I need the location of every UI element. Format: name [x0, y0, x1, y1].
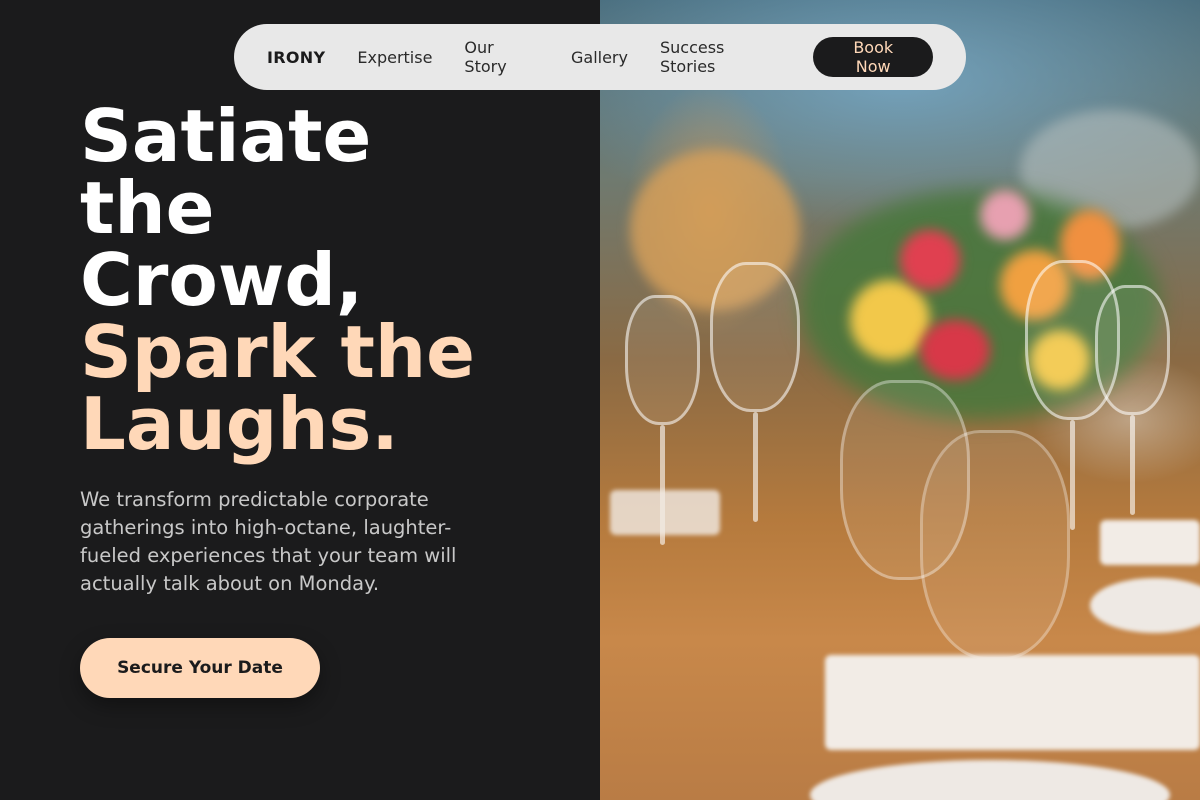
glass-stem: [1070, 420, 1075, 530]
top-navbar: IRONY Expertise Our Story Gallery Succes…: [234, 24, 966, 90]
plate: [810, 760, 1170, 800]
book-now-button[interactable]: Book Now: [813, 37, 933, 77]
nav-link-expertise[interactable]: Expertise: [357, 48, 432, 67]
flower: [980, 190, 1030, 240]
wine-glass: [710, 262, 800, 412]
nav-link-success-stories[interactable]: Success Stories: [660, 38, 781, 76]
napkin: [610, 490, 720, 535]
secure-your-date-button[interactable]: Secure Your Date: [80, 638, 320, 698]
nav-link-gallery[interactable]: Gallery: [571, 48, 628, 67]
banquet-table-photo: [600, 0, 1200, 800]
hero-subtitle: We transform predictable corporate gathe…: [80, 488, 457, 595]
napkin: [1100, 520, 1200, 565]
hero-title-line: Crowd,: [80, 238, 364, 322]
hero-title-line: Satiate: [80, 94, 372, 178]
brand-logo[interactable]: IRONY: [267, 48, 325, 67]
hero-title-line: the: [80, 166, 215, 250]
wine-glass: [1095, 285, 1170, 415]
hero-title: Satiate the Crowd, Spark the Laughs.: [80, 100, 560, 460]
plate: [1090, 578, 1200, 633]
hero-title-accent-line: Spark the: [80, 310, 475, 394]
hero-title-accent-line: Laughs.: [80, 382, 399, 466]
nav-link-our-story[interactable]: Our Story: [464, 38, 539, 76]
wine-glass: [920, 430, 1070, 660]
napkin: [825, 655, 1200, 750]
flower: [850, 280, 930, 360]
wine-glass: [625, 295, 700, 425]
glass-stem: [1130, 415, 1135, 515]
glass-stem: [753, 412, 758, 522]
flower: [900, 230, 960, 290]
flower: [920, 320, 990, 380]
